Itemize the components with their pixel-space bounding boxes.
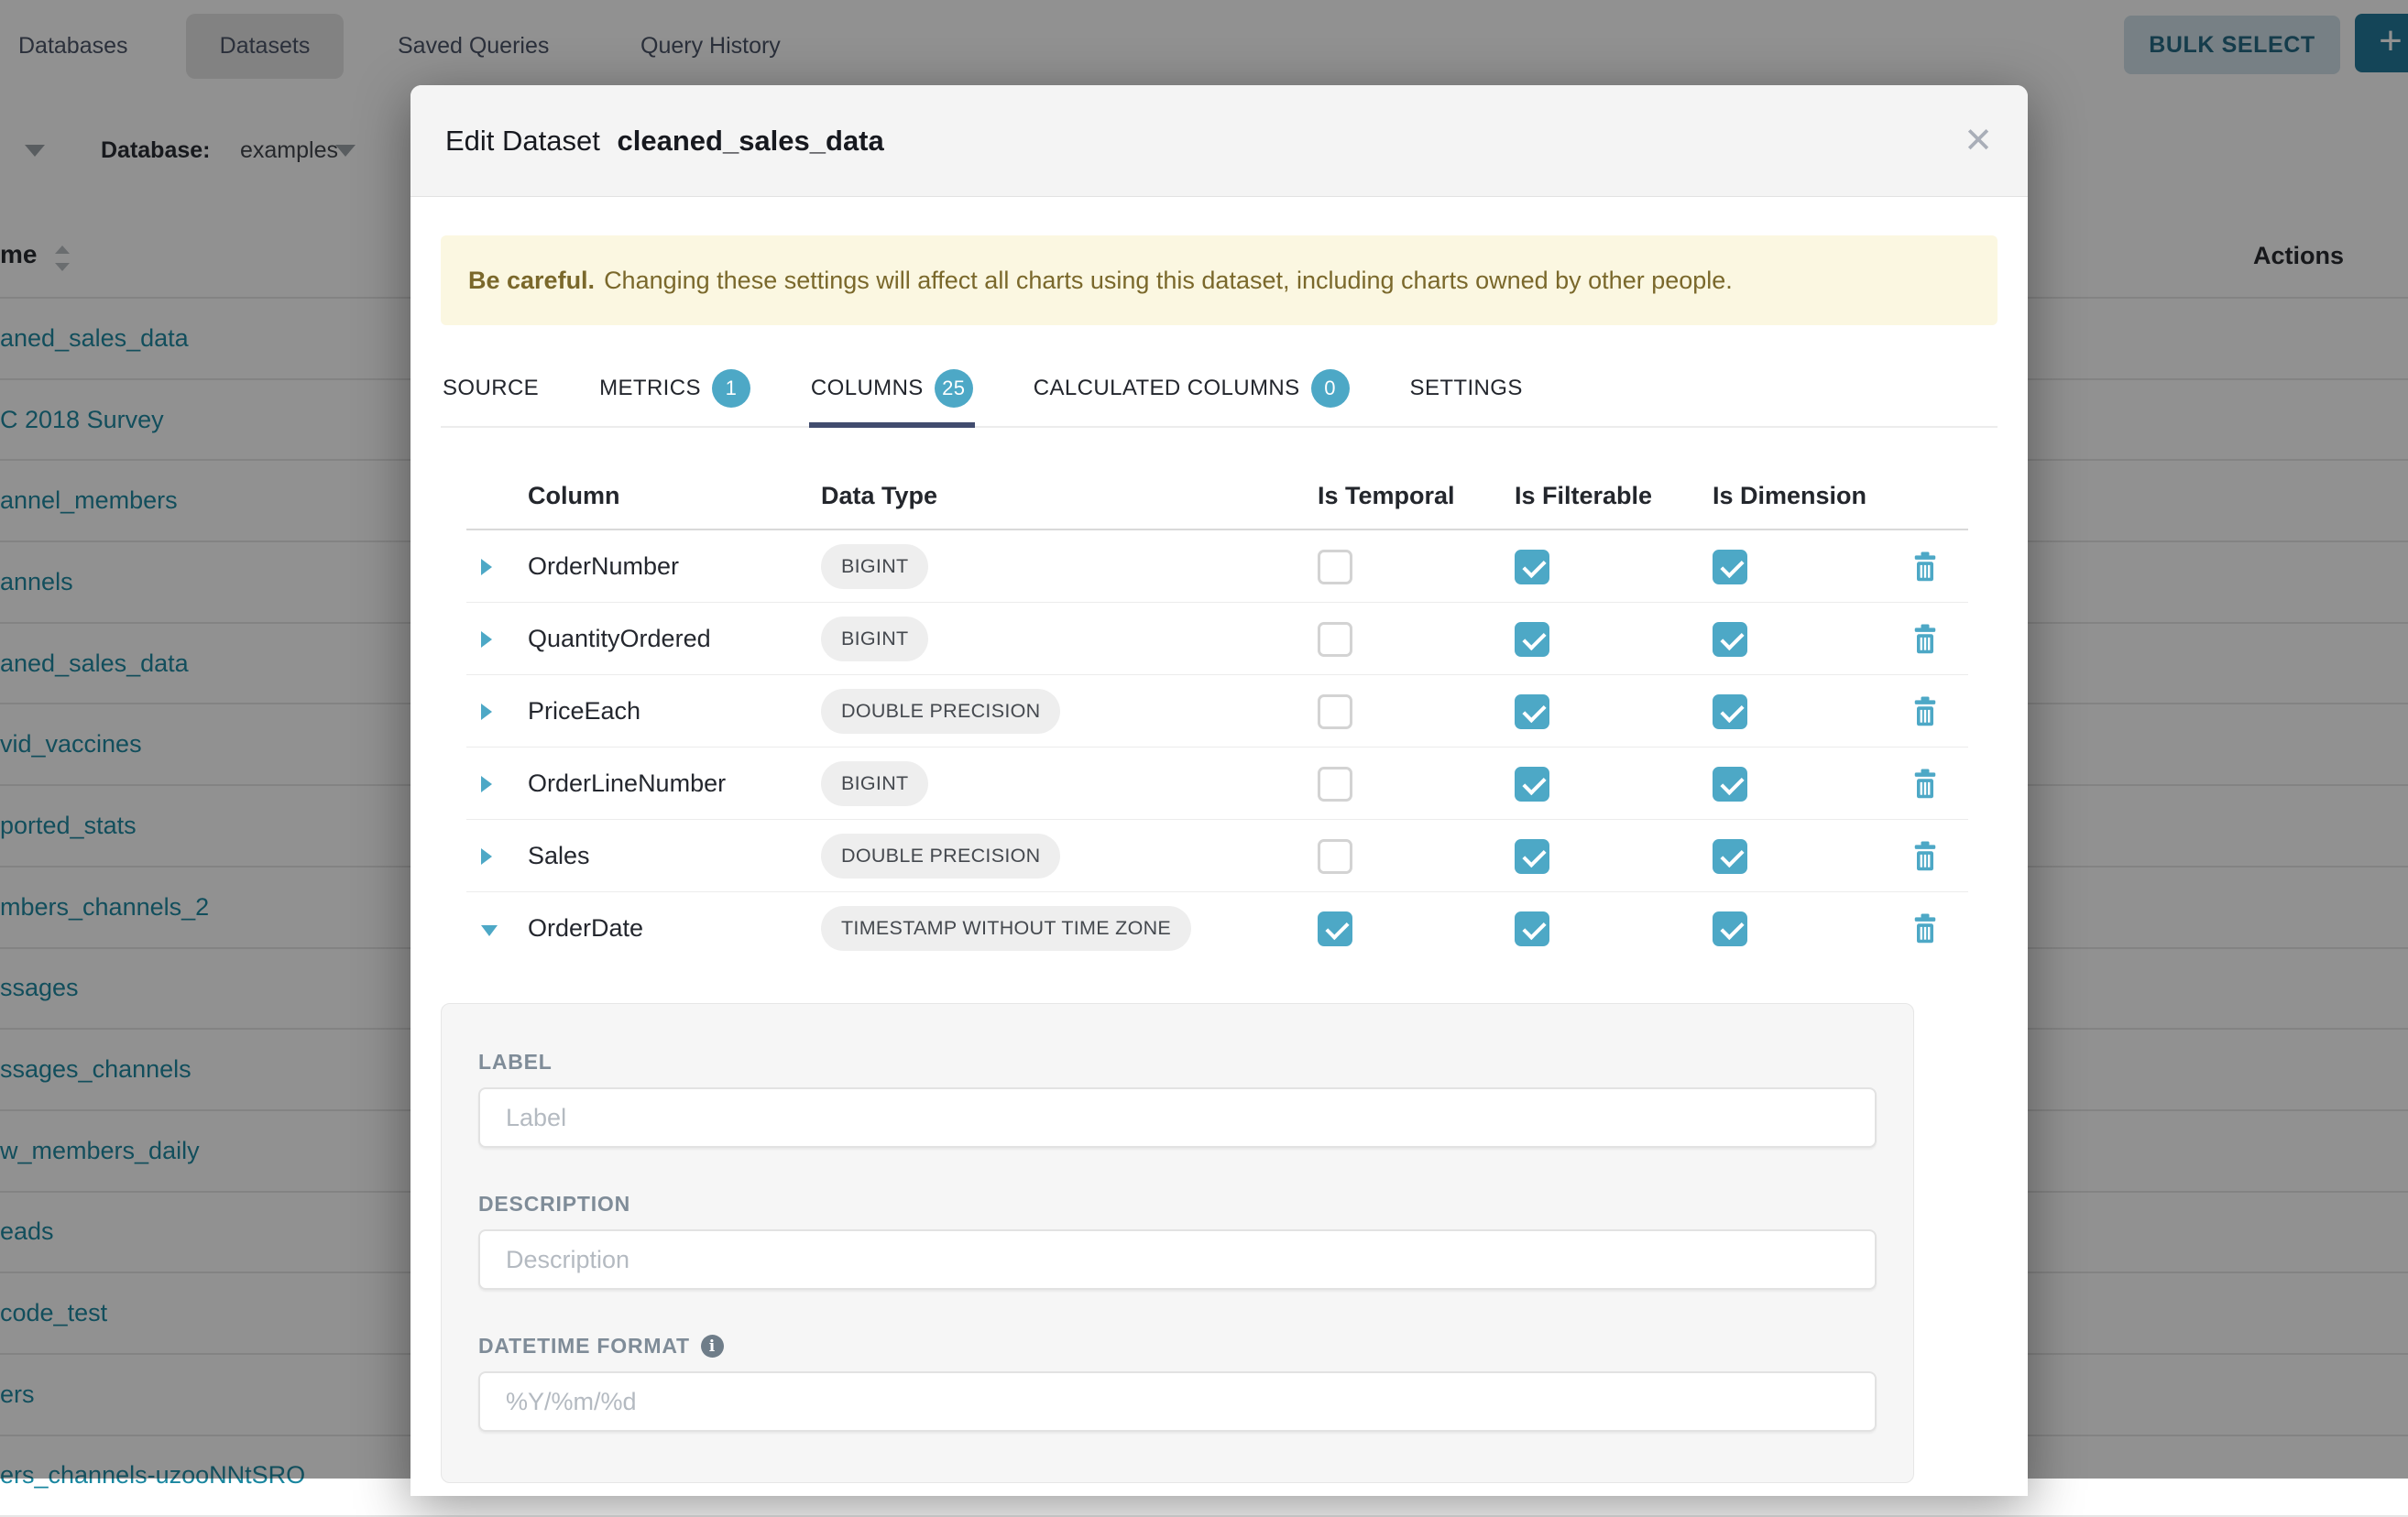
- is-dimension-checkbox[interactable]: [1713, 622, 1747, 657]
- column-name: Sales: [528, 842, 821, 870]
- is-temporal-checkbox[interactable]: [1318, 694, 1352, 729]
- modal-title: Edit Dataset cleaned_sales_data: [445, 125, 884, 158]
- trash-icon: [1909, 549, 1942, 585]
- datetime-format-field-label: DATETIME FORMAT i: [478, 1334, 1877, 1359]
- header-column: Column: [528, 482, 821, 510]
- is-filterable-checkbox[interactable]: [1515, 550, 1549, 584]
- is-temporal-checkbox[interactable]: [1318, 550, 1352, 584]
- tab-calculated-columns-label: CALCULATED COLUMNS: [1034, 376, 1300, 401]
- label-field-label: LABEL: [478, 1050, 1877, 1075]
- modal-title-dataset-name: cleaned_sales_data: [618, 125, 884, 157]
- calculated-columns-count-badge: 0: [1311, 369, 1350, 408]
- tab-settings-label: SETTINGS: [1410, 376, 1523, 401]
- label-input[interactable]: [478, 1087, 1877, 1148]
- warning-text: Changing these settings will affect all …: [604, 267, 1733, 295]
- columns-table-header: Column Data Type Is Temporal Is Filterab…: [441, 461, 1998, 530]
- column-row: PriceEach DOUBLE PRECISION: [441, 675, 1998, 748]
- delete-column-button[interactable]: [1909, 838, 1942, 875]
- description-field: DESCRIPTION: [478, 1192, 1877, 1290]
- trash-icon: [1909, 838, 1942, 875]
- is-filterable-checkbox[interactable]: [1515, 911, 1549, 946]
- columns-table: Column Data Type Is Temporal Is Filterab…: [441, 461, 1998, 965]
- expand-caret-icon[interactable]: [441, 848, 528, 865]
- header-is-dimension: Is Dimension: [1713, 482, 1905, 510]
- column-name: OrderDate: [528, 914, 821, 943]
- header-data-type: Data Type: [821, 482, 1318, 510]
- data-type-badge: BIGINT: [821, 617, 928, 661]
- is-dimension-checkbox[interactable]: [1713, 550, 1747, 584]
- modal-title-prefix: Edit Dataset: [445, 125, 600, 157]
- is-temporal-checkbox[interactable]: [1318, 911, 1352, 946]
- tab-source[interactable]: SOURCE: [441, 356, 541, 426]
- trash-icon: [1909, 911, 1942, 947]
- metrics-count-badge: 1: [712, 369, 750, 408]
- tab-columns[interactable]: COLUMNS 25: [809, 356, 975, 426]
- warning-bold-text: Be careful.: [468, 267, 595, 295]
- is-filterable-checkbox[interactable]: [1515, 622, 1549, 657]
- modal-header: Edit Dataset cleaned_sales_data ✕: [410, 85, 2028, 197]
- trash-icon: [1909, 693, 1942, 730]
- label-field: LABEL: [478, 1050, 1877, 1148]
- tab-settings[interactable]: SETTINGS: [1408, 356, 1525, 426]
- delete-column-button[interactable]: [1909, 549, 1942, 585]
- delete-column-button[interactable]: [1909, 693, 1942, 730]
- modal-tabs: SOURCE METRICS 1 COLUMNS 25 CALCULATED C…: [441, 356, 1998, 428]
- warning-banner: Be careful. Changing these settings will…: [441, 235, 1998, 325]
- data-type-badge: BIGINT: [821, 761, 928, 806]
- delete-column-button[interactable]: [1909, 621, 1942, 658]
- is-dimension-checkbox[interactable]: [1713, 911, 1747, 946]
- data-type-badge: DOUBLE PRECISION: [821, 834, 1060, 879]
- column-row: OrderLineNumber BIGINT: [441, 748, 1998, 820]
- datetime-format-field: DATETIME FORMAT i: [478, 1334, 1877, 1432]
- is-dimension-checkbox[interactable]: [1713, 694, 1747, 729]
- is-dimension-checkbox[interactable]: [1713, 767, 1747, 802]
- edit-dataset-modal: Edit Dataset cleaned_sales_data ✕ Be car…: [410, 85, 2028, 1496]
- column-row: QuantityOrdered BIGINT: [441, 603, 1998, 675]
- close-icon[interactable]: ✕: [1964, 124, 1993, 158]
- columns-count-badge: 25: [935, 369, 973, 408]
- delete-column-button[interactable]: [1909, 911, 1942, 947]
- column-name: QuantityOrdered: [528, 625, 821, 653]
- tab-columns-label: COLUMNS: [811, 376, 924, 401]
- expand-caret-icon[interactable]: [441, 776, 528, 792]
- description-input[interactable]: [478, 1229, 1877, 1290]
- is-temporal-checkbox[interactable]: [1318, 622, 1352, 657]
- expand-caret-icon[interactable]: [441, 559, 528, 575]
- expand-caret-icon[interactable]: [441, 704, 528, 720]
- is-filterable-checkbox[interactable]: [1515, 839, 1549, 874]
- column-detail-panel: LABEL DESCRIPTION DATETIME FORMAT i: [441, 1003, 1914, 1483]
- column-row: OrderNumber BIGINT: [441, 530, 1998, 603]
- datetime-format-input[interactable]: [478, 1371, 1877, 1432]
- header-is-temporal: Is Temporal: [1318, 482, 1515, 510]
- column-row: Sales DOUBLE PRECISION: [441, 820, 1998, 892]
- tab-metrics[interactable]: METRICS 1: [597, 356, 752, 426]
- trash-icon: [1909, 621, 1942, 658]
- expand-caret-icon[interactable]: [441, 922, 528, 936]
- tab-source-label: SOURCE: [443, 376, 539, 401]
- column-name: PriceEach: [528, 697, 821, 726]
- tab-calculated-columns[interactable]: CALCULATED COLUMNS 0: [1032, 356, 1352, 426]
- expand-caret-icon[interactable]: [441, 631, 528, 648]
- column-row: OrderDate TIMESTAMP WITHOUT TIME ZONE: [441, 892, 1998, 965]
- screen: Databases Datasets Saved Queries Query H…: [0, 0, 2408, 1479]
- data-type-badge: DOUBLE PRECISION: [821, 689, 1060, 734]
- is-filterable-checkbox[interactable]: [1515, 767, 1549, 802]
- is-dimension-checkbox[interactable]: [1713, 839, 1747, 874]
- trash-icon: [1909, 766, 1942, 802]
- column-name: OrderNumber: [528, 552, 821, 581]
- is-temporal-checkbox[interactable]: [1318, 839, 1352, 874]
- delete-column-button[interactable]: [1909, 766, 1942, 802]
- header-is-filterable: Is Filterable: [1515, 482, 1713, 510]
- modal-body: Be careful. Changing these settings will…: [410, 235, 2028, 1483]
- is-temporal-checkbox[interactable]: [1318, 767, 1352, 802]
- datetime-format-label-text: DATETIME FORMAT: [478, 1334, 690, 1359]
- info-icon[interactable]: i: [701, 1335, 724, 1358]
- is-filterable-checkbox[interactable]: [1515, 694, 1549, 729]
- column-name: OrderLineNumber: [528, 769, 821, 798]
- description-field-label: DESCRIPTION: [478, 1192, 1877, 1217]
- tab-metrics-label: METRICS: [599, 376, 701, 401]
- columns-table-body: OrderNumber BIGINT QuantityOrdered BIGIN…: [441, 530, 1998, 965]
- data-type-badge: TIMESTAMP WITHOUT TIME ZONE: [821, 906, 1191, 951]
- data-type-badge: BIGINT: [821, 544, 928, 589]
